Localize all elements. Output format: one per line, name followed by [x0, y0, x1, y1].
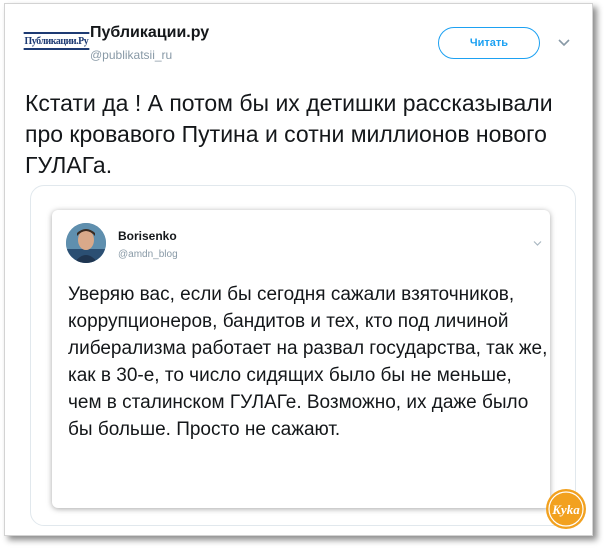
- quoted-author-handle: @amdn_blog: [118, 249, 178, 260]
- chevron-down-icon[interactable]: [558, 38, 570, 48]
- author-name[interactable]: Публикации.ру: [90, 24, 209, 42]
- publisher-avatar[interactable]: Публикации.Ру: [23, 30, 89, 52]
- quoted-author-avatar: [66, 223, 106, 263]
- watermark-logo: Kyka: [546, 489, 586, 529]
- quoted-tweet-text: Уверяю вас, если бы сегодня сажали взято…: [68, 284, 548, 440]
- svg-text:Kyka: Kyka: [551, 502, 580, 517]
- follow-button[interactable]: Читать: [438, 27, 540, 59]
- quoted-author-name: Borisenko: [118, 229, 177, 243]
- author-handle[interactable]: @publikatsii_ru: [90, 48, 172, 62]
- chevron-down-icon: [533, 241, 542, 246]
- avatar-photo-icon: [66, 223, 106, 263]
- tweet-text: Кстати да ! А потом бы их детишки расска…: [25, 90, 553, 178]
- publisher-logo: Публикации.Ру: [23, 32, 89, 50]
